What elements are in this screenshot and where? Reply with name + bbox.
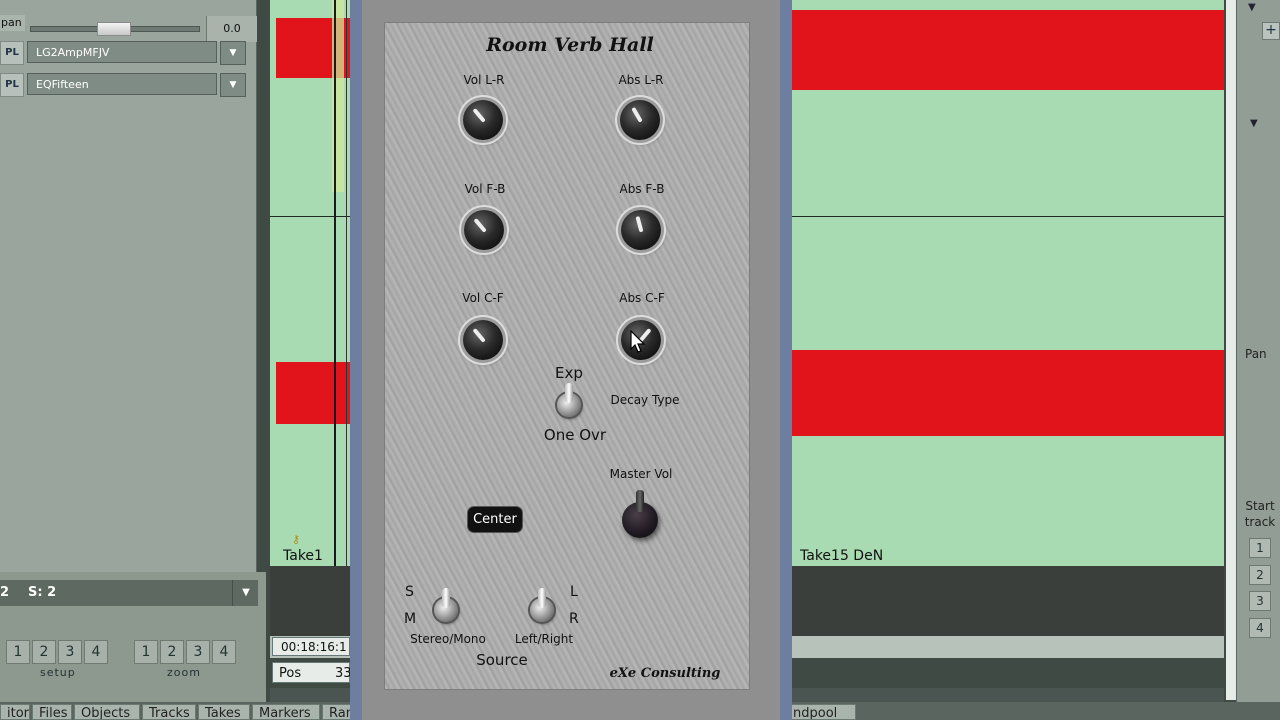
pan-label-right: Pan	[1245, 347, 1267, 361]
zoom-button-1[interactable]: 1	[134, 640, 158, 664]
knob-label: Vol C-F	[462, 291, 504, 305]
center-button[interactable]: Center	[468, 507, 522, 532]
zoom-button-3[interactable]: 3	[186, 640, 210, 664]
pan-slider-thumb[interactable]	[97, 22, 131, 36]
chevron-down-icon[interactable]: ▼	[1248, 2, 1256, 13]
zoom-button-4[interactable]: 4	[212, 640, 236, 664]
selector-text: S: 2	[28, 585, 57, 600]
left-right-toggle[interactable]	[530, 588, 554, 622]
vol-cf-knob[interactable]	[463, 320, 503, 360]
tab-takes[interactable]: Takes	[198, 704, 250, 720]
plugin-faceplate	[384, 22, 750, 690]
zoom-label: zoom	[167, 666, 201, 679]
setup-label: setup	[40, 666, 76, 679]
plugin-title: Room Verb Hall	[486, 34, 654, 56]
tab-objects[interactable]: Objects	[74, 704, 140, 720]
start-track-label: Start track	[1244, 499, 1276, 529]
vol-fb-knob[interactable]	[464, 210, 504, 250]
selector-left-value: 2	[0, 585, 10, 600]
knob-label: Vol L-R	[463, 73, 505, 87]
key-icon: ⚷	[292, 533, 301, 546]
abs-fb-knob[interactable]	[621, 210, 661, 250]
start-track-button-2[interactable]: 2	[1249, 565, 1271, 585]
knob-label: Vol F-B	[464, 182, 506, 196]
add-icon[interactable]: +	[1262, 22, 1280, 40]
track-selector[interactable]: 2 S: 2 ▼	[0, 580, 258, 606]
chevron-down-icon[interactable]: ▼	[1250, 118, 1258, 129]
knob-label: Abs C-F	[619, 291, 665, 305]
chevron-down-icon[interactable]: ▼	[220, 41, 246, 65]
tab-files[interactable]: Files	[32, 704, 72, 720]
setup-button-2[interactable]: 2	[32, 640, 56, 664]
decay-exp-label: Exp	[555, 364, 583, 382]
take-label-left: Take1	[283, 548, 323, 564]
take-label-right: Take15 DeN	[800, 548, 884, 564]
plugin-slot-1[interactable]: PL LG2AmpMFJV ▼	[0, 41, 246, 65]
playhead-cursor[interactable]	[334, 0, 347, 566]
tab-range[interactable]: Ran	[322, 704, 352, 720]
position-label: Pos	[279, 666, 302, 681]
plugin-tag[interactable]: PL	[0, 41, 24, 65]
decay-one-ovr-label: One Ovr	[543, 426, 607, 444]
vol-lr-knob[interactable]	[463, 100, 503, 140]
pan-value[interactable]: 0.0	[206, 16, 257, 42]
plugin-slot-2[interactable]: PL EQFifteen ▼	[0, 73, 246, 97]
knob-label: Abs F-B	[619, 182, 665, 196]
tab-tracks[interactable]: Tracks	[142, 704, 196, 720]
time-display: 00:18:16:1	[272, 637, 350, 656]
right-label: R	[569, 611, 579, 627]
stereo-mono-toggle[interactable]	[434, 588, 458, 622]
stereo-mono-label: Stereo/Mono	[410, 632, 486, 646]
abs-lr-knob[interactable]	[620, 100, 660, 140]
left-label: L	[570, 584, 578, 600]
start-track-button-1[interactable]: 1	[1249, 538, 1271, 558]
waveform-clip[interactable]	[792, 10, 1224, 90]
chevron-down-icon[interactable]: ▼	[232, 580, 259, 606]
stereo-label: S	[405, 584, 414, 600]
tab-markers[interactable]: Markers	[252, 704, 320, 720]
tab-editor[interactable]: itor	[0, 704, 30, 720]
setup-button-3[interactable]: 3	[58, 640, 82, 664]
start-track-button-4[interactable]: 4	[1249, 618, 1271, 638]
left-bottom-panel: 2 S: 2 ▼ 1 2 3 4 setup 1 2 3 4 zoom	[0, 572, 266, 720]
mouse-pointer-icon	[630, 330, 646, 353]
knob-label: Abs L-R	[618, 73, 664, 87]
pan-row: pan 0.0	[0, 8, 257, 42]
source-label: Source	[476, 651, 528, 669]
waveform-clip[interactable]	[792, 350, 1224, 436]
master-vol-label: Master Vol	[609, 467, 673, 481]
plugin-name[interactable]: EQFifteen	[27, 73, 217, 95]
start-track-button-3[interactable]: 3	[1249, 591, 1271, 611]
chevron-down-icon[interactable]: ▼	[220, 73, 246, 97]
pan-label: pan	[0, 15, 25, 31]
master-vol-knob[interactable]	[622, 490, 658, 538]
setup-button-4[interactable]: 4	[84, 640, 108, 664]
decay-type-toggle[interactable]	[557, 383, 581, 417]
plugin-name[interactable]: LG2AmpMFJV	[27, 41, 217, 63]
plugin-tag[interactable]: PL	[0, 73, 24, 97]
tab-soundpool[interactable]: ndpool	[786, 704, 856, 720]
mono-label: M	[404, 611, 417, 627]
vendor-label: eXe Consulting	[609, 666, 721, 681]
zoom-button-2[interactable]: 2	[160, 640, 184, 664]
left-right-label: Left/Right	[514, 632, 574, 646]
decay-type-label: Decay Type	[610, 393, 680, 407]
position-field[interactable]: Pos 33	[272, 662, 352, 683]
setup-button-1[interactable]: 1	[6, 640, 30, 664]
vertical-divider[interactable]	[1226, 0, 1236, 700]
